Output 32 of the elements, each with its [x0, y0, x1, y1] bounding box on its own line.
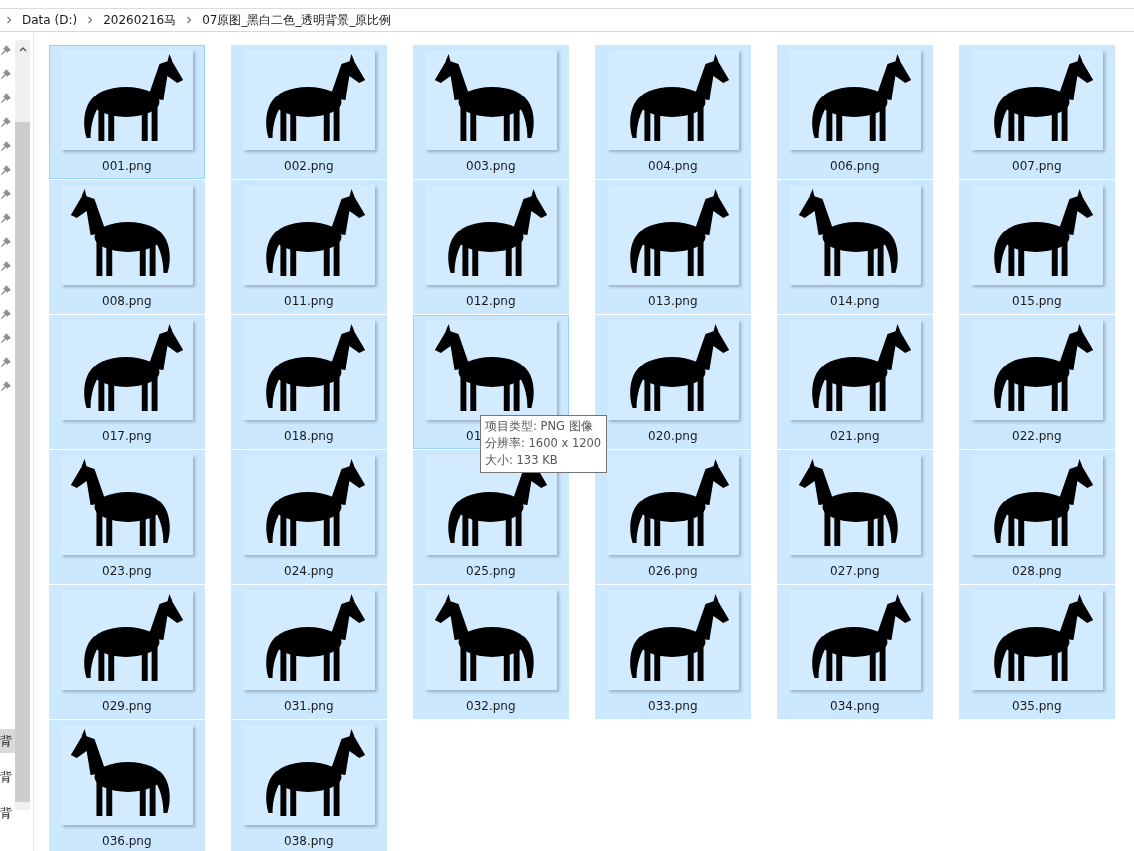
file-name: 022.png: [1012, 429, 1062, 443]
file-name: 014.png: [830, 294, 880, 308]
file-name: 031.png: [284, 699, 334, 713]
file-name: 021.png: [830, 429, 880, 443]
file-name: 027.png: [830, 564, 880, 578]
file-name: 029.png: [102, 699, 152, 713]
file-name: 020.png: [648, 429, 698, 443]
file-name: 008.png: [102, 294, 152, 308]
file-name: 034.png: [830, 699, 880, 713]
file-name: 018.png: [284, 429, 334, 443]
file-name: 035.png: [1012, 699, 1062, 713]
file-name: 025.png: [466, 564, 516, 578]
file-name: 007.png: [1012, 159, 1062, 173]
file-name: 026.png: [648, 564, 698, 578]
file-name: 003.png: [466, 159, 516, 173]
file-name: 013.png: [648, 294, 698, 308]
tooltip-line: 大小: 133 KB: [485, 452, 559, 469]
file-name: 023.png: [102, 564, 152, 578]
file-name: 033.png: [648, 699, 698, 713]
file-name: 032.png: [466, 699, 516, 713]
file-name: 001.png: [102, 159, 152, 173]
file-name: 028.png: [1012, 564, 1062, 578]
file-name: 012.png: [466, 294, 516, 308]
file-name: 011.png: [284, 294, 334, 308]
file-name: 017.png: [102, 429, 152, 443]
file-name: 002.png: [284, 159, 334, 173]
file-name: 038.png: [284, 834, 334, 848]
file-name: 004.png: [648, 159, 698, 173]
file-name: 015.png: [1012, 294, 1062, 308]
file-name: 024.png: [284, 564, 334, 578]
file-name: 006.png: [830, 159, 880, 173]
file-name: 036.png: [102, 834, 152, 848]
